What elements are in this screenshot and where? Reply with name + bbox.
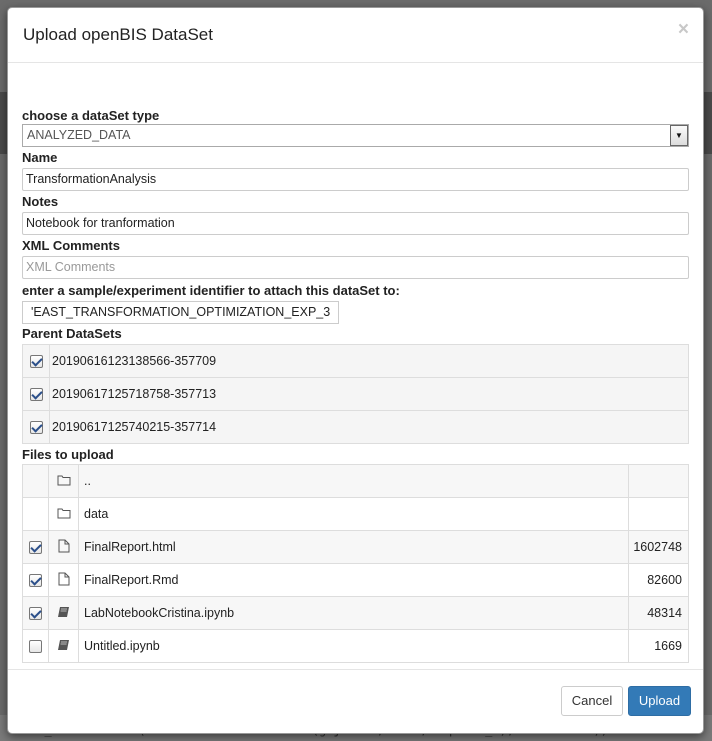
table-row: FinalReport.Rmd 82600 [22,563,689,597]
xml-comments-label: XML Comments [22,238,120,253]
cancel-button[interactable]: Cancel [561,686,623,716]
file-name[interactable]: .. [78,464,629,498]
table-row: 20190617125718758-357713 [22,377,689,411]
file-checkbox[interactable] [29,541,42,555]
upload-dataset-dialog: Upload openBIS DataSet × choose a dataSe… [7,7,704,734]
file-checkbox[interactable] [29,574,42,588]
chevron-down-icon[interactable]: ▼ [670,125,688,146]
name-input[interactable]: TransformationAnalysis [22,168,689,191]
xml-comments-input[interactable]: XML Comments [22,256,689,279]
file-name: LabNotebookCristina.ipynb [78,596,629,630]
table-row: .. [22,464,689,498]
table-row: 20190616123138566-357709 [22,344,689,378]
notebook-icon [58,639,69,650]
parent-datasets-label: Parent DataSets [22,326,122,341]
close-icon[interactable]: × [678,20,689,39]
dataset-type-value: ANALYZED_DATA [27,128,131,142]
identifier-label: enter a sample/experiment identifier to … [22,283,400,298]
file-size [628,464,689,498]
files-to-upload-label: Files to upload [22,447,114,462]
file-checkbox[interactable] [29,640,42,654]
dataset-type-select[interactable]: ANALYZED_DATA ▼ [22,124,689,147]
file-name[interactable]: data [78,497,629,531]
upload-button[interactable]: Upload [628,686,691,716]
parent-checkbox[interactable] [29,388,43,402]
parent-checkbox[interactable] [29,355,43,369]
file-name: FinalReport.html [78,530,629,564]
file-size [628,497,689,531]
file-icon [58,539,69,552]
files-table: .. data FinalReport.html 1602748 FinalRe… [22,464,689,663]
dialog-footer: Cancel Upload [8,669,703,733]
file-size: 82600 [628,563,689,597]
folder-icon [57,508,70,518]
table-row: LabNotebookCristina.ipynb 48314 [22,596,689,630]
dialog-header: Upload openBIS DataSet × [8,8,703,63]
parent-datasets-table: 20190616123138566-357709 201906171257187… [22,344,689,444]
table-row: Untitled.ipynb 1669 [22,629,689,663]
parent-id: 20190617125718758-357713 [49,377,689,411]
file-size: 48314 [628,596,689,630]
file-size: 1602748 [628,530,689,564]
parent-checkbox[interactable] [29,421,43,435]
folder-icon [57,475,70,485]
name-label: Name [22,150,58,165]
file-icon [58,572,69,585]
file-checkbox[interactable] [29,607,42,621]
file-size: 1669 [628,629,689,663]
dataset-type-label: choose a dataSet type [22,108,160,123]
identifier-input[interactable]: 'EAST_TRANSFORMATION_OPTIMIZATION_EXP_3 [22,301,339,324]
notebook-icon [58,606,69,617]
table-row: data [22,497,689,531]
parent-id: 20190616123138566-357709 [49,344,689,378]
table-row: FinalReport.html 1602748 [22,530,689,564]
notes-input[interactable]: Notebook for tranformation [22,212,689,235]
dialog-body: choose a dataSet type ANALYZED_DATA ▼ Na… [22,108,689,663]
table-row: 20190617125740215-357714 [22,410,689,444]
file-name: Untitled.ipynb [78,629,629,663]
file-name: FinalReport.Rmd [78,563,629,597]
parent-id: 20190617125740215-357714 [49,410,689,444]
notes-label: Notes [22,194,59,209]
dialog-title: Upload openBIS DataSet [23,25,213,44]
